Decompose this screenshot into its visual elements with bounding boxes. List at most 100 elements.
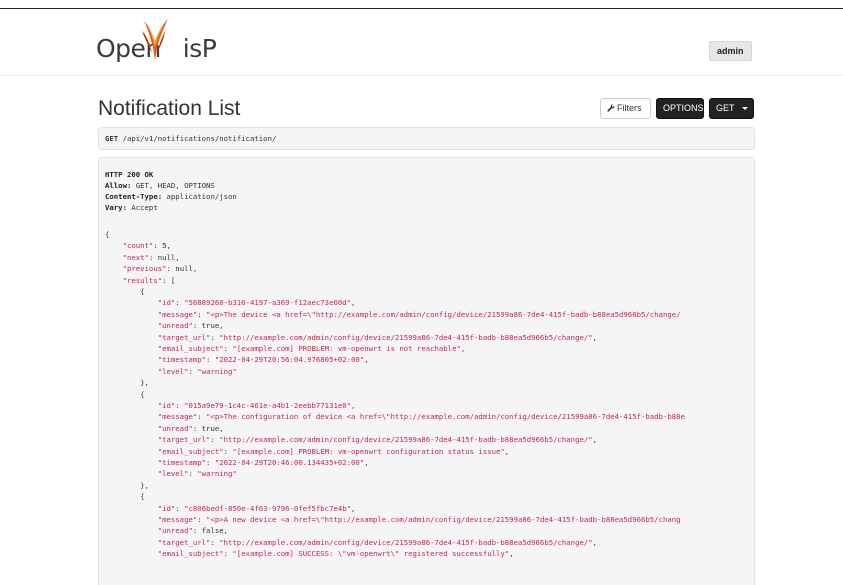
json-string-value: "warning" [197, 469, 237, 479]
json-string-value: "warning" [197, 366, 237, 376]
json-trailing: , [460, 344, 466, 353]
json-key: "level" [105, 366, 189, 376]
json-line: { [105, 389, 145, 400]
json-line: "next": null, [105, 252, 180, 263]
json-line: "email_subject": "[example.com] PROBLEM:… [105, 343, 466, 354]
json-punct: : null, [166, 264, 198, 274]
json-string-value: "c806bedf-850e-4f03-9796-0fef5fbc7e4b" [184, 503, 352, 513]
json-key: "next" [105, 252, 149, 262]
json-trailing: , [351, 298, 356, 308]
request-info: GET /api/v1/notifications/notification/ [98, 127, 755, 150]
options-button[interactable]: OPTIONS [656, 98, 704, 119]
response-header-line: HTTP 200 OK [105, 169, 153, 180]
json-trailing: , [509, 549, 514, 559]
json-key: "unread" [105, 321, 193, 331]
response-header-value: application/json [162, 192, 237, 201]
json-punct: { [105, 389, 145, 399]
json-punct: : [206, 458, 215, 467]
json-line: "message": "<p>A new device <a href=\"ht… [105, 514, 681, 525]
json-punct: : [197, 412, 207, 422]
json-punct: : 5, [153, 241, 171, 251]
json-key: "count" [105, 241, 154, 251]
request-method: GET [105, 134, 119, 143]
json-punct: }, [105, 378, 149, 388]
json-string-value: "http://example.com/admin/config/device/… [219, 435, 593, 445]
response-header-line: Content-Type: application/json [105, 191, 237, 202]
json-punct: }, [105, 480, 149, 490]
json-punct: : false, [192, 526, 229, 536]
json-key: "email_subject" [105, 549, 224, 559]
response-header-value: GET, HEAD, OPTIONS [131, 181, 215, 190]
json-punct: { [105, 287, 145, 296]
json-punct: : [197, 309, 207, 319]
response-header-line: Vary: Accept [105, 202, 158, 213]
json-key: "id" [105, 298, 176, 308]
filters-label: Filters [617, 103, 642, 113]
json-key: "unread" [105, 423, 193, 433]
json-line: "unread": false, [105, 525, 228, 536]
json-string-value: "56889260-b316-4197-a369-f12aec73e00d" [184, 298, 352, 308]
response-header-name: Content-Type: [105, 192, 163, 201]
filters-button[interactable]: Filters [600, 98, 651, 119]
json-line: "message": "<p>The configuration of devi… [105, 411, 685, 422]
json-string-value: "<p>The configuration of device <a href=… [206, 412, 685, 422]
get-button[interactable]: GET [709, 98, 754, 119]
json-key: "target_url" [105, 537, 211, 547]
json-key: "results" [105, 275, 163, 285]
json-key: "target_url" [105, 435, 211, 445]
json-line: "previous": null, [105, 263, 198, 274]
json-line: { [105, 229, 109, 240]
json-key: "previous" [105, 264, 167, 274]
logo-text-right: isP [182, 34, 217, 63]
json-line: "timestamp": "2022-04-29T20:56:04.976805… [105, 354, 369, 365]
json-line: "timestamp": "2022-04-29T20:46:00.134435… [105, 457, 369, 468]
json-punct: : true, [192, 423, 224, 433]
response-header-line: Allow: GET, HEAD, OPTIONS [105, 180, 215, 191]
json-line: }, [105, 480, 149, 491]
json-string-value: "2022-04-29T20:46:00.134435+02:00" [214, 458, 365, 467]
response-header-name: Vary: [105, 203, 127, 212]
json-string-value: "<p>A new device <a href=\"http://exampl… [206, 515, 681, 524]
json-line: "email_subject": "[example.com] SUCCESS:… [105, 548, 514, 559]
caret-down-icon[interactable] [741, 107, 748, 111]
user-menu-button[interactable]: admin [709, 41, 752, 61]
json-string-value: "<p>The device <a href=\"http://example.… [206, 309, 681, 319]
json-punct: : true, [192, 321, 224, 331]
request-path: /api/v1/notifications/notification/ [122, 134, 277, 143]
json-line: { [105, 491, 144, 502]
json-punct: : [175, 503, 185, 513]
json-punct: : [175, 401, 185, 410]
json-trailing: , [351, 503, 356, 513]
openwisp-logo[interactable]: Open isP [96, 19, 217, 63]
json-key: "id" [105, 503, 176, 513]
json-punct: { [105, 230, 110, 239]
json-punct: : [ [162, 275, 176, 285]
json-line: "target_url": "http://example.com/admin/… [105, 434, 597, 445]
json-trailing: , [504, 446, 510, 456]
json-punct: : [210, 435, 220, 445]
flame-logo-icon [142, 19, 168, 61]
json-punct: : [210, 537, 220, 547]
json-string-value: "[example.com] SUCCESS: \"vm-openwrt\" r… [232, 549, 510, 559]
json-punct: : [188, 469, 198, 479]
response-info: HTTP 200 OK Allow: GET, HEAD, OPTIONS Cont… [98, 157, 755, 585]
json-line: "results": [ [105, 275, 176, 286]
json-trailing: , [364, 458, 369, 467]
json-key: "email_subject" [105, 446, 224, 456]
json-string-value: "[example.com] PROBLEM: vm-openwrt confi… [232, 446, 505, 456]
json-line: "target_url": "http://example.com/admin/… [105, 332, 597, 343]
json-punct: : null, [148, 252, 180, 262]
json-line: "target_url": "http://example.com/admin/… [105, 537, 597, 548]
json-punct: : [175, 298, 185, 308]
json-trailing: , [351, 401, 356, 410]
response-header-value: Accept [126, 203, 158, 212]
json-string-value: "2022-04-29T20:56:04.976805+02:00" [214, 355, 365, 365]
json-punct: : [188, 366, 198, 376]
json-line: "email_subject": "[example.com] PROBLEM:… [105, 446, 510, 457]
json-key: "message" [105, 309, 198, 319]
json-key: "message" [105, 412, 198, 422]
json-punct: : [210, 332, 220, 342]
json-string-value: "http://example.com/admin/config/device/… [219, 332, 593, 342]
json-key: "message" [105, 515, 198, 524]
json-line: "unread": true, [105, 423, 224, 434]
